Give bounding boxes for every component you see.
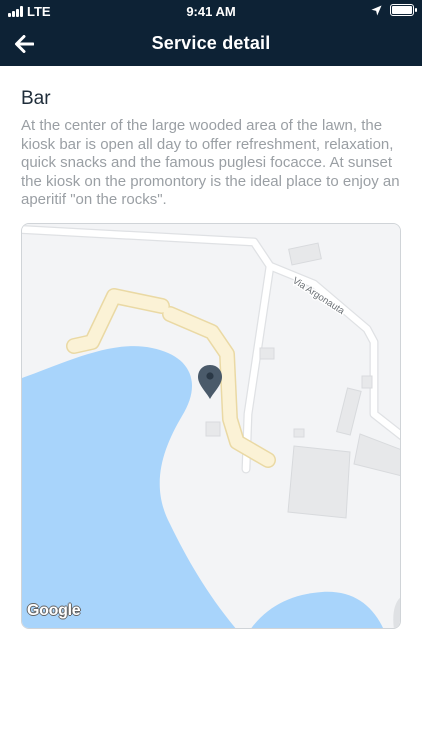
map-canvas[interactable]: Via Argonauta (22, 224, 401, 629)
service-description: At the center of the large wooded area o… (21, 117, 400, 208)
location-arrow-icon (371, 4, 382, 16)
page-title: Service detail (151, 33, 271, 53)
service-title: Bar (21, 88, 51, 109)
nav-bar: Service detail (0, 22, 422, 66)
app-header: LTE 9:41 AM Service detail (0, 0, 422, 66)
map-view[interactable]: Via Argonauta Google (21, 223, 401, 629)
google-attribution[interactable]: Google (27, 602, 81, 620)
status-bar: LTE 9:41 AM (0, 0, 422, 22)
status-right (371, 4, 417, 16)
battery-icon (390, 4, 417, 16)
status-time: 9:41 AM (186, 4, 236, 19)
